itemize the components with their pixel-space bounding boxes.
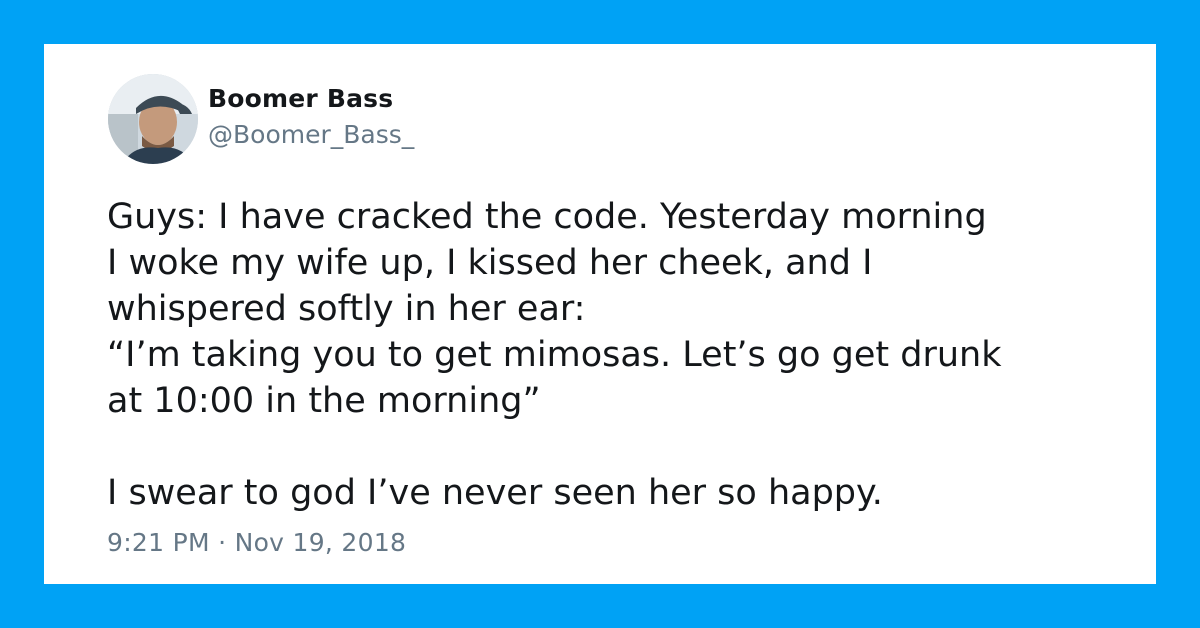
tweet-line: I woke my wife up, I kissed her cheek, a… [107,243,873,283]
author-avatar[interactable] [108,74,198,164]
tweet-card: Boomer Bass @Boomer_Bass_ Guys: I have c… [44,44,1156,584]
tweet-line: “I’m taking you to get mimosas. Let’s go… [107,335,1002,375]
author-handle[interactable]: @Boomer_Bass_ [208,120,414,149]
tweet-closing-line: I swear to god I’ve never seen her so ha… [107,473,883,513]
author-display-name[interactable]: Boomer Bass [208,84,393,113]
tweet-line: whispered softly in her ear: [107,289,586,329]
avatar-photo-icon [108,74,198,164]
tweet-line: at 10:00 in the morning” [107,381,541,421]
tweet-line: Guys: I have cracked the code. Yesterday… [107,197,987,237]
tweet-text: Guys: I have cracked the code. Yesterday… [107,194,1117,516]
tweet-timestamp[interactable]: 9:21 PM · Nov 19, 2018 [107,528,406,557]
